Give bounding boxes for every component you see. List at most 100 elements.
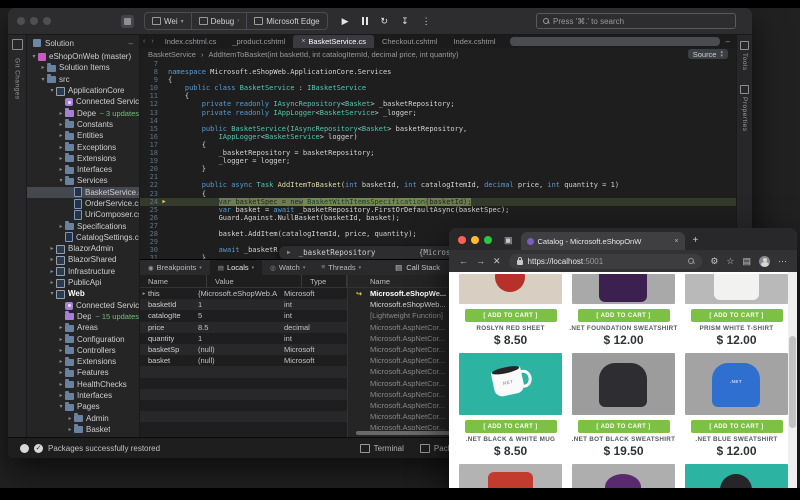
side-pad-tools[interactable]: Tools (740, 41, 749, 71)
tree-item-exceptions[interactable]: ▸Exceptions (27, 141, 139, 152)
run-config-target[interactable]: Microsoft Edge (247, 13, 326, 29)
code-line-19[interactable]: 19 _logger = logger; (140, 157, 736, 165)
tree-item-connected-services[interactable]: Connected Services (27, 96, 139, 107)
product-photo[interactable]: .NET (685, 353, 788, 415)
column-value[interactable]: Value (207, 275, 302, 287)
product-photo[interactable] (572, 464, 675, 488)
tree-item-uricomposer-cs[interactable]: UriComposer.cs (27, 209, 139, 220)
tab-index-cshtml[interactable]: Index.cshtml (445, 35, 503, 48)
product-photo[interactable] (685, 274, 788, 304)
breadcrumb-class[interactable]: BasketService (148, 50, 196, 59)
run-config-user[interactable]: Wei▾ (145, 13, 192, 29)
tree-item-src[interactable]: ▾src (27, 74, 139, 85)
tab-nav-back-icon[interactable]: ‹ (140, 38, 148, 45)
settings-more-icon[interactable]: ⋯ (778, 256, 787, 267)
tree-item-solution-items[interactable]: ▸Solution Items (27, 62, 139, 73)
locals-row-basket[interactable]: basket(null)Microsoft (140, 355, 347, 366)
tree-item-basketservice-cs[interactable]: BasketService.cs (27, 187, 139, 198)
collections-icon[interactable]: ▤ (742, 256, 751, 267)
favorites-star-icon[interactable]: ☆ (726, 256, 734, 267)
add-to-cart-button[interactable]: [ ADD TO CART ] (691, 420, 783, 433)
git-changes-tab[interactable]: Git Changes (14, 58, 21, 100)
code-line-8[interactable]: 8namespace Microsoft.eShopWeb.Applicatio… (140, 68, 736, 76)
debug-tab-threads[interactable]: ≡Threads▾ (313, 260, 369, 275)
scrollbar-thumb[interactable] (789, 336, 796, 428)
tree-item-pages[interactable]: ▾Pages (27, 401, 139, 412)
forward-icon[interactable]: → (476, 256, 485, 266)
column-name[interactable]: Name (140, 275, 207, 287)
product-photo[interactable] (572, 353, 675, 415)
close-window-icon[interactable] (458, 236, 466, 244)
add-to-cart-button[interactable]: [ ADD TO CART ] (465, 420, 557, 433)
tree-item-admin[interactable]: ▸Admin (27, 413, 139, 424)
side-pad-properties[interactable]: Properties (740, 85, 749, 132)
more-options-icon[interactable]: ⋮ (422, 17, 431, 26)
product-photo[interactable]: NET (459, 353, 562, 415)
tree-item-publicapi[interactable]: ▸PublicApi (27, 277, 139, 288)
pause-button[interactable] (362, 17, 368, 25)
add-to-cart-button[interactable]: [ ADD TO CART ] (465, 309, 557, 322)
code-line-24[interactable]: 24▶ var basketSpec = new BasketWithItems… (140, 198, 736, 206)
tree-item-catalogsettings-cs[interactable]: CatalogSettings.cs (27, 232, 139, 243)
code-line-7[interactable]: 7 (140, 60, 736, 68)
tree-item-eshoponweb-master[interactable]: ▾eShopOnWeb (master) (27, 51, 139, 62)
close-window-icon[interactable] (17, 17, 25, 25)
column-type[interactable]: Type (302, 275, 347, 287)
callstack-pane-title[interactable]: ▤ Call Stack (387, 260, 448, 275)
tree-item-extensions[interactable]: ▸Extensions (27, 356, 139, 367)
tab-product-cshtml[interactable]: _product.cshtml (224, 35, 293, 48)
tree-item-specifications[interactable]: ▸Specifications (27, 220, 139, 231)
tree-item-dependencies[interactable]: ▸Dependencies~ 3 updates (27, 107, 139, 118)
tree-item-controllers[interactable]: ▸Controllers (27, 345, 139, 356)
debug-tab-locals[interactable]: ▤Locals▾ (210, 260, 262, 275)
minimize-window-icon[interactable] (30, 17, 38, 25)
tree-item-web[interactable]: ▾Web (27, 288, 139, 299)
locals-row-this[interactable]: ▸this{Microsoft.eShopWeb.AMicrosoft (140, 288, 347, 299)
code-line-20[interactable]: 20 } (140, 165, 736, 173)
locals-row-price[interactable]: price8.5decimal (140, 322, 347, 333)
tree-item-dependencies[interactable]: Dependencies~ 15 updates (27, 311, 139, 322)
tree-item-areas[interactable]: ▸Areas (27, 322, 139, 333)
expand-icon[interactable]: ▶ (287, 249, 291, 256)
tab-nav-forward-icon[interactable]: › (148, 38, 156, 45)
tree-item-constants[interactable]: ▸Constants (27, 119, 139, 130)
close-tab-icon[interactable]: × (301, 38, 305, 45)
new-tab-button[interactable]: + (693, 235, 699, 246)
expand-icon[interactable]: ▸ (140, 291, 148, 297)
zoom-window-icon[interactable] (484, 236, 492, 244)
breadcrumb-member[interactable]: AddItemToBasket(int basketId, int catalo… (208, 50, 458, 59)
minimize-window-icon[interactable] (471, 236, 479, 244)
code-line-17[interactable]: 17 { (140, 141, 736, 149)
code-line-15[interactable]: 15 public BasketService(IAsyncRepository… (140, 125, 736, 133)
profile-avatar[interactable] (759, 256, 770, 267)
tree-item-applicationcore[interactable]: ▾ApplicationCore (27, 85, 139, 96)
product-photo[interactable] (459, 464, 562, 488)
continue-button[interactable]: ▶ (342, 17, 349, 26)
tree-item-healthchecks[interactable]: ▸HealthChecks (27, 379, 139, 390)
tree-item-features[interactable]: ▸Features (27, 367, 139, 378)
code-line-21[interactable]: 21 (140, 173, 736, 181)
add-to-cart-button[interactable]: [ ADD TO CART ] (578, 309, 670, 322)
close-tab-icon[interactable]: × (674, 238, 678, 245)
code-line-14[interactable]: 14 (140, 117, 736, 125)
tree-item-extensions[interactable]: ▸Extensions (27, 153, 139, 164)
tree-item-interfaces[interactable]: ▸Interfaces (27, 164, 139, 175)
code-line-16[interactable]: 16 IAppLogger<BasketService> logger) (140, 133, 736, 141)
tree-item-services[interactable]: ▾Services (27, 175, 139, 186)
restart-button[interactable]: ↻ (381, 17, 389, 26)
locals-row-basketsp[interactable]: basketSp(null)Microsoft (140, 344, 347, 355)
debug-tab-watch[interactable]: ◎Watch▾ (262, 260, 313, 275)
code-line-9[interactable]: 9{ (140, 76, 736, 84)
add-to-cart-button[interactable]: [ ADD TO CART ] (578, 420, 670, 433)
search-icon[interactable] (688, 258, 694, 264)
panel-button-terminal[interactable]: Terminal (360, 444, 404, 453)
product-photo[interactable] (685, 464, 788, 488)
debug-tab-breakpoints[interactable]: ◉Breakpoints▾ (140, 260, 210, 275)
tree-item-blazorshared[interactable]: ▸BlazorShared (27, 254, 139, 265)
code-line-23[interactable]: 23 { (140, 190, 736, 198)
tab-overview-icon[interactable]: ▣ (504, 235, 513, 246)
back-icon[interactable]: ← (459, 256, 468, 266)
code-line-10[interactable]: 10 public class BasketService : IBasketS… (140, 84, 736, 92)
tree-item-entities[interactable]: ▸Entities (27, 130, 139, 141)
global-search-input[interactable]: Press '⌘.' to search (536, 13, 736, 29)
